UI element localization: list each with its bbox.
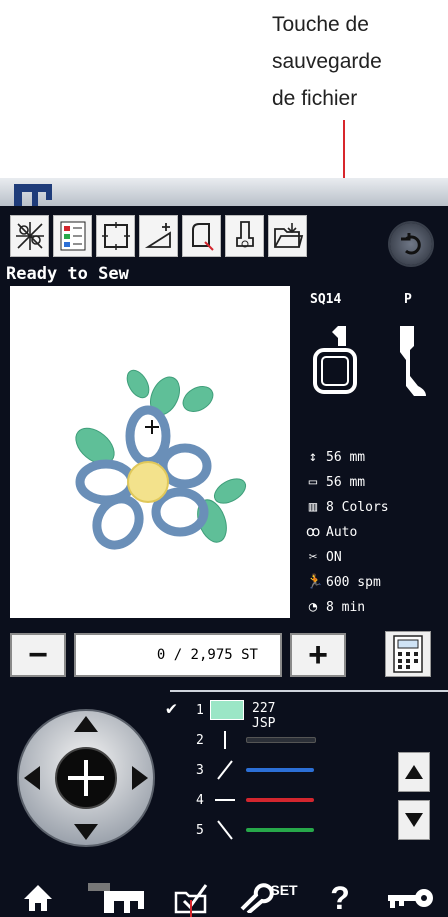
color-number: 3 <box>196 762 204 778</box>
tension-icon: ꝏ <box>306 524 321 540</box>
design-preview <box>10 286 290 618</box>
thread-bar <box>246 798 314 802</box>
slope-plus-icon <box>144 223 171 248</box>
jog-dpad[interactable] <box>16 708 156 848</box>
color-number: 5 <box>196 822 204 838</box>
color-code: 227 JSP <box>252 701 276 731</box>
needle-position-icon <box>217 760 233 780</box>
color-swatch <box>210 700 244 720</box>
scissors-icon: ✂ <box>308 549 318 565</box>
file-manager-button[interactable] <box>168 880 216 916</box>
bottom-nav-bar: SET ? <box>0 878 448 917</box>
hoop-select-button[interactable] <box>182 215 221 257</box>
keypad-icon <box>393 635 423 673</box>
needle-position-icon <box>217 820 233 840</box>
presser-foot-button[interactable] <box>225 215 264 257</box>
home-button[interactable] <box>18 880 58 916</box>
stitch-count-field: 0 / 2,975 ST <box>74 633 282 677</box>
set-label: SET <box>270 882 298 898</box>
thread-tension-button[interactable] <box>139 215 178 257</box>
time-value: 8 min <box>326 599 366 615</box>
hoop-size-label: SQ14 <box>310 292 342 307</box>
design-info-panel: SQ14 P ↕ 56 mm ▭ 56 mm ▥ 8 Colors ꝏ Auto ✂ ON… <box>296 286 446 618</box>
hoop-shape-icon <box>313 326 357 394</box>
needle-position-icon <box>215 799 235 801</box>
color-number: 1 <box>196 702 204 718</box>
sewing-machine-icon <box>88 883 144 913</box>
settings-button[interactable]: SET <box>232 880 304 916</box>
speed-value: 600 spm <box>326 574 381 590</box>
machine-mode-button[interactable] <box>82 880 152 916</box>
color-number: 2 <box>196 732 204 748</box>
flower-design-icon <box>75 369 247 550</box>
tension-row: ꝏ Auto <box>306 524 357 540</box>
width-value: 56 mm <box>326 474 366 490</box>
key-icon <box>388 889 433 908</box>
stitch-plus-button[interactable]: + <box>290 633 346 677</box>
home-icon <box>24 885 52 911</box>
stitch-counter: − 0 / 2,975 ST + <box>10 633 350 679</box>
stitch-minus-button[interactable]: − <box>10 633 66 677</box>
scroll-up-button[interactable] <box>398 752 430 792</box>
save-button-callout: Touche de sauvegarde de fichier <box>272 6 442 117</box>
triangle-up-icon <box>405 765 423 779</box>
triangle-down-icon <box>405 813 423 827</box>
bottom-callout-line <box>190 900 192 917</box>
height-value: 56 mm <box>326 449 366 465</box>
tension-value: Auto <box>326 524 358 540</box>
toolbar <box>10 215 307 259</box>
color-list-button[interactable] <box>53 215 92 257</box>
time-row: ◔ 8 min <box>306 599 365 615</box>
lock-button[interactable] <box>382 880 438 916</box>
embroidery-pattern-icon <box>15 222 44 250</box>
clock-icon: ◔ <box>308 599 318 615</box>
cutter-row: ✂ ON <box>306 549 342 565</box>
foot-type-label: P <box>404 292 412 307</box>
height-icon: ↕ <box>308 449 318 465</box>
top-strip <box>0 178 448 206</box>
runner-icon: 🏃 <box>306 574 324 590</box>
thread-bar <box>246 828 314 832</box>
height-row: ↕ 56 mm <box>306 449 365 465</box>
color-list-icon <box>60 221 85 251</box>
colors-row: ▥ 8 Colors <box>306 499 389 515</box>
thread-bar <box>246 737 316 743</box>
callout-line-3: de fichier <box>272 87 358 110</box>
width-icon: ▭ <box>308 474 318 490</box>
machine-logo-icon <box>14 184 52 206</box>
presser-foot-p-icon <box>400 326 426 396</box>
frame-trace-icon <box>101 222 130 250</box>
wrench-icon <box>240 883 275 913</box>
thread-bar <box>246 768 314 772</box>
status-text: Ready to Sew <box>6 264 129 284</box>
help-button[interactable]: ? <box>320 880 360 916</box>
cutter-value: ON <box>326 549 342 565</box>
machine-screen: Ready to Sew SQ14 P ↕ 56 mm ▭ 56 mm ▥ 8 … <box>0 178 448 917</box>
callout-line-1: Touche de <box>272 13 369 36</box>
color-number: 4 <box>196 792 204 808</box>
trace-button[interactable] <box>96 215 135 257</box>
presser-foot-icon <box>235 221 254 248</box>
colors-value: 8 Colors <box>326 499 389 515</box>
spool-icon: ▥ <box>308 499 318 515</box>
divider <box>170 690 448 692</box>
scroll-down-button[interactable] <box>398 800 430 840</box>
check-icon: ✔ <box>166 698 177 719</box>
embroidery-edit-button[interactable] <box>10 215 49 257</box>
hoop-icon <box>191 223 214 251</box>
callout-line-2: sauvegarde <box>272 50 382 73</box>
width-row: ▭ 56 mm <box>306 474 365 490</box>
folder-check-icon <box>174 884 208 914</box>
return-arrow-icon <box>401 233 421 255</box>
back-button[interactable] <box>390 223 432 265</box>
numeric-keypad-button[interactable] <box>385 631 431 677</box>
speed-row: 🏃 600 spm <box>306 574 381 590</box>
needle-position-icon <box>224 731 226 749</box>
file-save-button[interactable] <box>268 215 307 257</box>
folder-save-icon <box>273 223 303 248</box>
